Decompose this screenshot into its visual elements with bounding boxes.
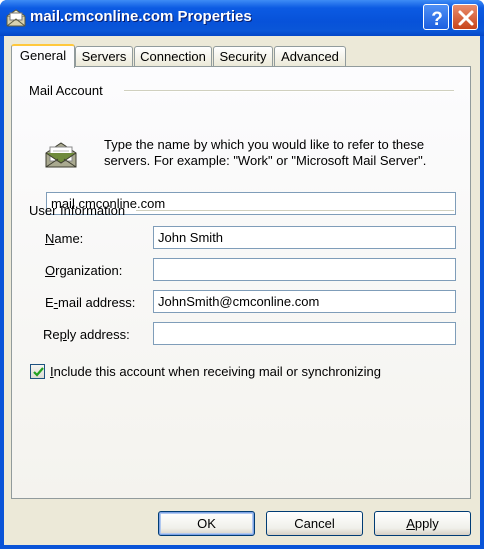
title-bar[interactable]: mail.cmconline.com Properties ? — [0, 0, 484, 36]
general-tab-panel: Mail Account Type the name by which you … — [11, 66, 471, 499]
include-account-label[interactable]: Include this account when receiving mail… — [50, 364, 381, 379]
dialog-body: General Servers Connection Security Adva… — [4, 36, 480, 545]
tab-connection[interactable]: Connection — [134, 46, 212, 66]
reply-address-field[interactable] — [153, 322, 456, 345]
window-title: mail.cmconline.com Properties — [30, 8, 252, 25]
organization-label: Organization: — [45, 263, 123, 278]
help-button[interactable]: ? — [423, 4, 449, 30]
mail-envelope-icon — [44, 139, 78, 169]
organization-field[interactable] — [153, 258, 456, 281]
name-field[interactable]: John Smith — [153, 226, 456, 249]
mail-account-divider — [124, 90, 454, 92]
close-button[interactable] — [452, 4, 478, 30]
email-field[interactable]: JohnSmith@cmconline.com — [153, 290, 456, 313]
name-label: Name: — [45, 231, 84, 246]
tab-advanced[interactable]: Advanced — [274, 46, 346, 66]
mail-account-description: Type the name by which you would like to… — [104, 137, 427, 168]
svg-text:?: ? — [431, 9, 443, 30]
user-info-divider — [136, 210, 454, 212]
reply-address-label: Reply address: — [43, 327, 130, 342]
cancel-button[interactable]: Cancel — [266, 511, 363, 536]
include-account-checkbox[interactable] — [30, 364, 45, 379]
tab-servers[interactable]: Servers — [75, 46, 133, 66]
mail-account-icon — [6, 7, 26, 27]
properties-window: mail.cmconline.com Properties ? General … — [0, 0, 484, 549]
apply-button[interactable]: Apply — [374, 511, 471, 536]
ok-button[interactable]: OK — [158, 511, 255, 536]
mail-account-group-label: Mail Account — [29, 83, 103, 98]
email-label: E-mail address: — [45, 295, 136, 310]
user-info-group-label: User Information — [29, 203, 126, 218]
tab-general[interactable]: General — [11, 44, 75, 68]
tab-security[interactable]: Security — [213, 46, 273, 66]
